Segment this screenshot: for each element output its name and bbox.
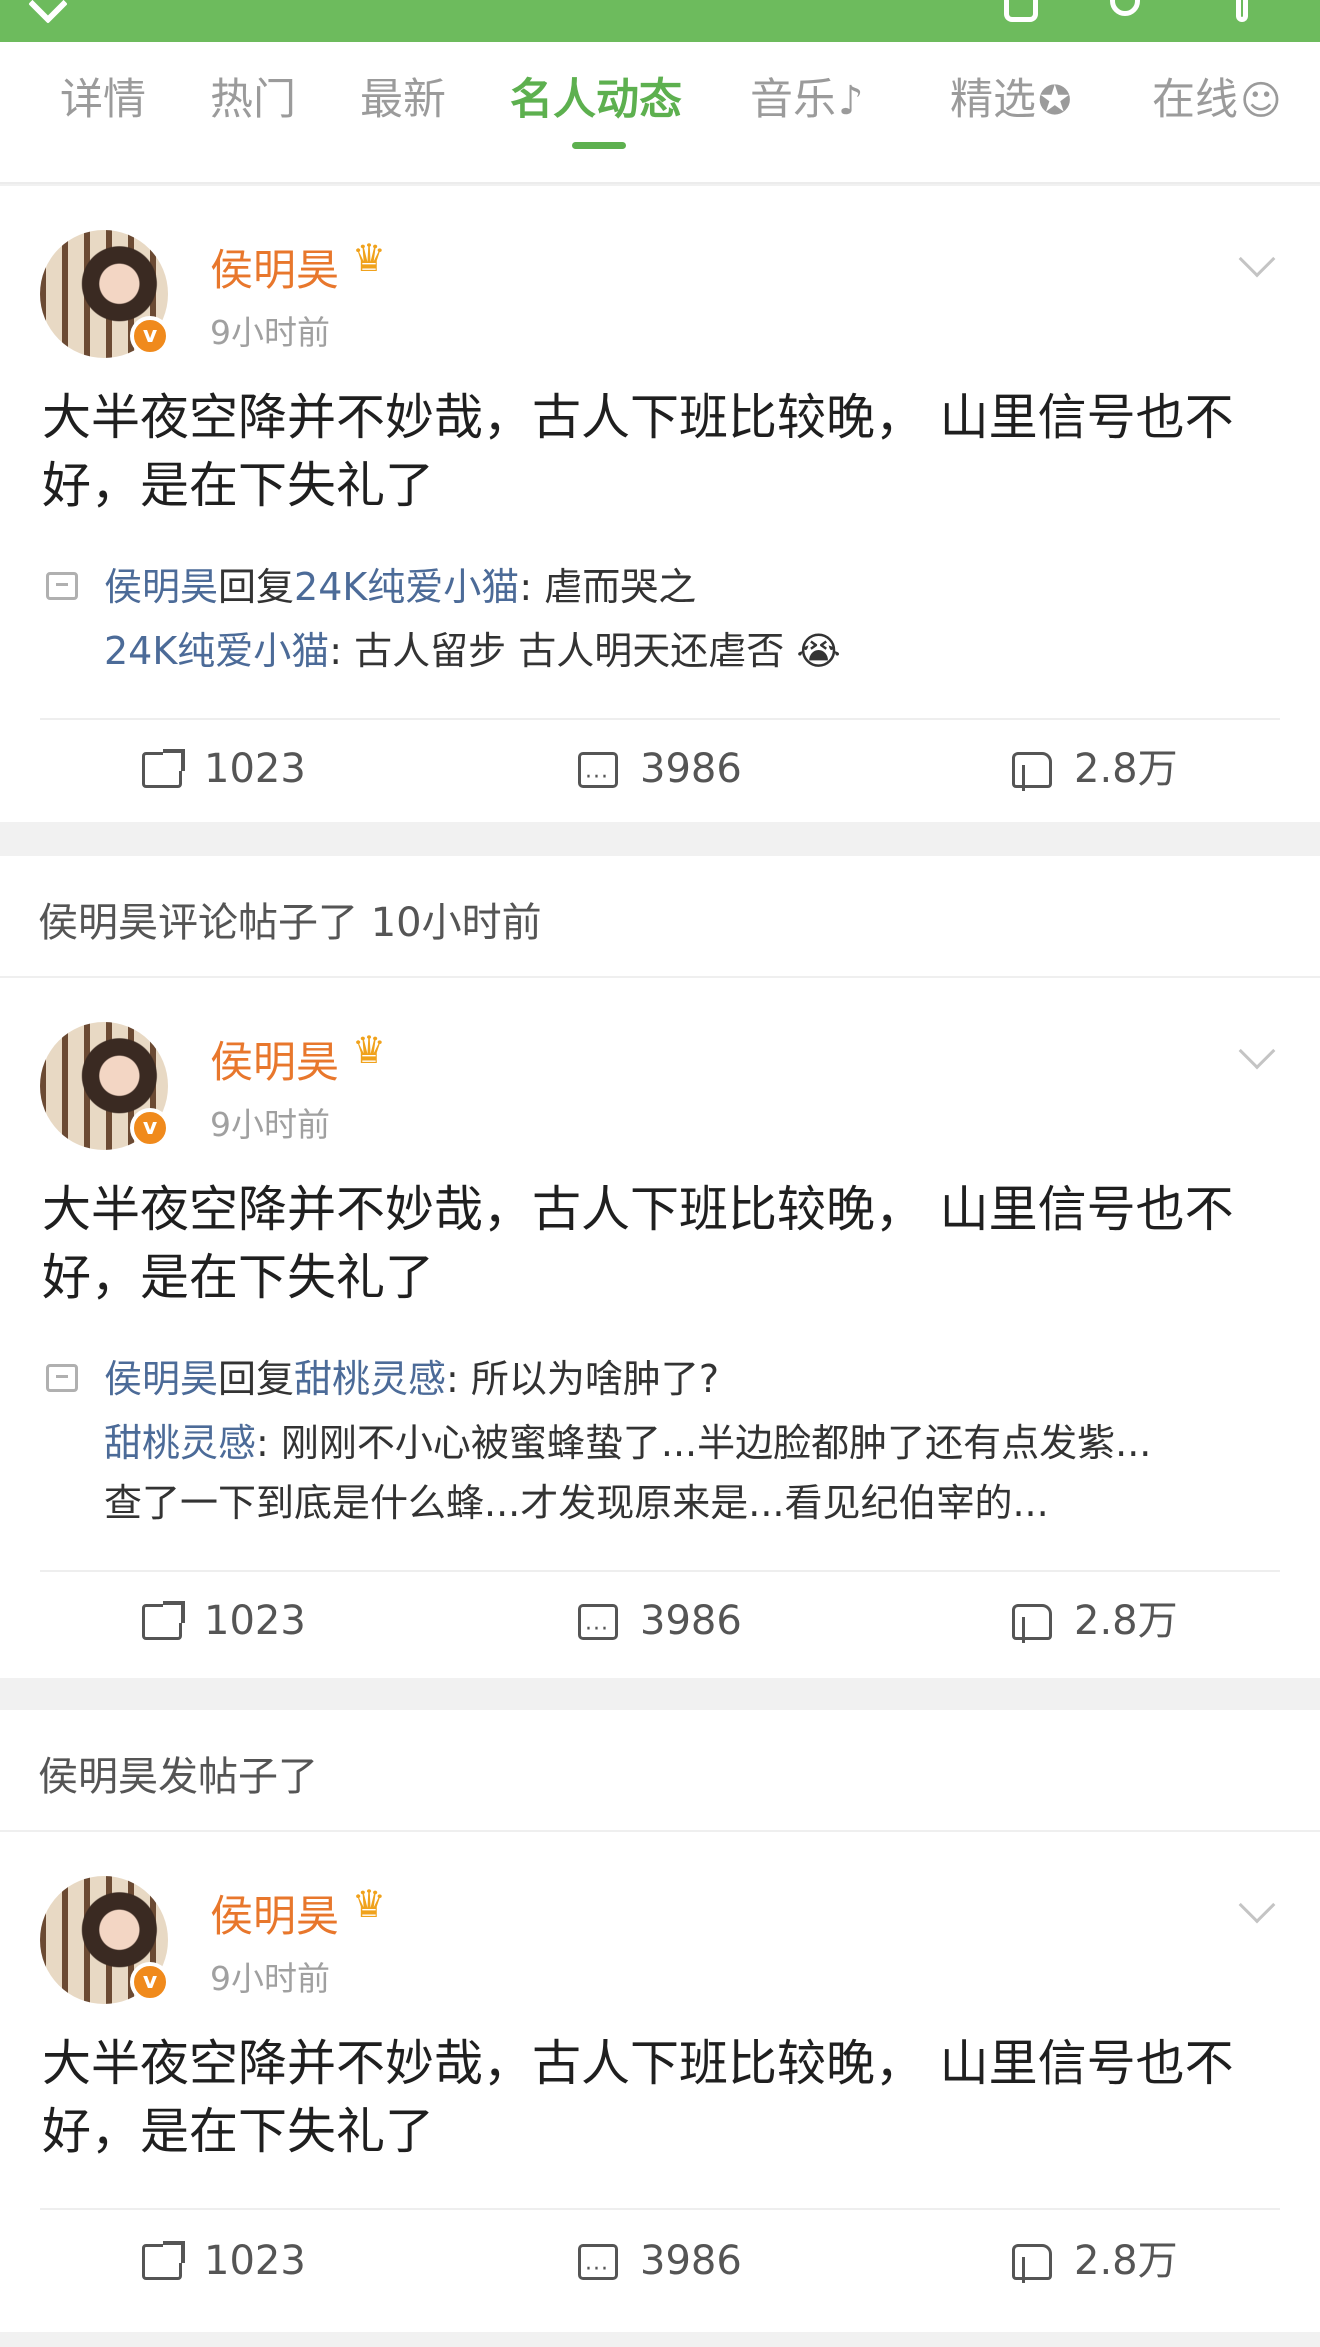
reply-text: : 虐而哭之 xyxy=(519,565,697,609)
search-icon[interactable] xyxy=(1110,0,1140,16)
verified-badge-icon: v xyxy=(130,316,170,356)
thumbs-up-icon xyxy=(1012,752,1052,791)
author-name[interactable]: 侯明昊 xyxy=(210,1028,339,1090)
reply-verb: 回复 xyxy=(218,565,295,609)
like-count: 2.8万 xyxy=(1074,2238,1178,2284)
divider xyxy=(40,1570,1280,1572)
crown-icon: ♛ xyxy=(352,236,387,280)
inbox-icon[interactable] xyxy=(1004,0,1038,22)
music-note-icon: ♪ xyxy=(838,78,864,124)
post-time: 9小时前 xyxy=(210,1959,330,1998)
chevron-down-icon[interactable] xyxy=(1238,1886,1276,1924)
smiley-icon: ☺ xyxy=(1240,78,1282,124)
activity-text: 侯明昊发帖子了 xyxy=(38,1754,318,1800)
reply-line[interactable]: 侯明昊回复24K纯爱小猫: 虐而哭之 xyxy=(104,556,1284,618)
chevron-down-icon[interactable] xyxy=(1238,240,1276,278)
post-text: 大半夜空降并不妙哉，古人下班比较晚， 山里信号也不好，是在下失礼了 xyxy=(42,1181,1234,1306)
crown-icon: ♛ xyxy=(352,1882,387,1926)
reply-line[interactable]: 侯明昊回复甜桃灵感: 所以为啥肿了? xyxy=(104,1348,1284,1410)
like-count: 2.8万 xyxy=(1074,1598,1178,1644)
post-text: 大半夜空降并不妙哉，古人下班比较晚， 山里信号也不好，是在下失礼了 xyxy=(42,2035,1234,2160)
tab-online[interactable]: 在线☺ xyxy=(1152,70,1282,131)
tab-label: 热门 xyxy=(210,75,296,125)
reply-text: : 刚刚不小心被蜜蜂蛰了...半边脸都肿了还有点发紫... xyxy=(256,1421,1152,1465)
comment-count: 3986 xyxy=(640,1598,742,1644)
reply-user[interactable]: 24K纯爱小猫 xyxy=(104,629,329,673)
post-time: 9小时前 xyxy=(210,313,330,352)
activity-header: 侯明昊评论帖子了 10小时前 xyxy=(0,856,1320,978)
tab-celebrity-updates[interactable]: 名人动态 xyxy=(510,70,682,130)
reply-user[interactable]: 侯明昊 xyxy=(104,565,218,609)
reply-line[interactable]: 甜桃灵感: 刚刚不小心被蜜蜂蛰了...半边脸都肿了还有点发紫... xyxy=(104,1412,1284,1474)
tab-label: 音乐 xyxy=(750,75,836,125)
author-name[interactable]: 侯明昊 xyxy=(210,1882,339,1944)
verified-badge-icon: v xyxy=(130,1108,170,1148)
share-icon xyxy=(142,2241,185,2280)
comment-icon xyxy=(578,752,618,803)
like-count: 2.8万 xyxy=(1074,746,1178,792)
divider xyxy=(40,2208,1280,2210)
post-card: v 侯明昊 ♛ 9小时前 大半夜空降并不妙哉，古人下班比较晚， 山里信号也不好，… xyxy=(0,1832,1320,2332)
share-icon xyxy=(142,1601,185,1640)
reply-bubble-icon xyxy=(46,1364,78,1392)
share-count: 1023 xyxy=(204,1598,306,1644)
thumbs-up-icon xyxy=(1012,1604,1052,1643)
reply-user[interactable]: 甜桃灵感 xyxy=(104,1421,256,1465)
active-tab-indicator xyxy=(572,142,626,149)
reply-text: : 所以为啥肿了? xyxy=(446,1357,720,1401)
post-card: v 侯明昊 ♛ 9小时前 大半夜空降并不妙哉，古人下班比较晚， 山里信号也不好，… xyxy=(0,978,1320,1678)
reply-user[interactable]: 侯明昊 xyxy=(104,1357,218,1401)
reply-line[interactable]: 24K纯爱小猫: 古人留步 古人明天还虐否 😭 xyxy=(104,620,1284,682)
reply-target[interactable]: 甜桃灵感 xyxy=(294,1357,446,1401)
author-name[interactable]: 侯明昊 xyxy=(210,236,339,298)
activity-header: 侯明昊发帖子了 xyxy=(0,1710,1320,1832)
more-icon[interactable] xyxy=(1236,0,1248,22)
app-header-bar xyxy=(0,0,1320,42)
post-time: 9小时前 xyxy=(210,1105,330,1144)
tab-label: 详情 xyxy=(60,75,146,125)
divider xyxy=(40,718,1280,720)
reply-bubble-icon xyxy=(46,572,78,600)
comment-icon xyxy=(578,1604,618,1655)
reply-text: 查了一下到底是什么蜂...才发现原来是...看见纪伯宰的... xyxy=(104,1481,1049,1525)
chevron-down-icon[interactable] xyxy=(1238,1032,1276,1070)
reply-text: : 古人留步 古人明天还虐否 😭 xyxy=(329,629,841,673)
tab-music[interactable]: 音乐♪ xyxy=(750,70,864,131)
share-count: 1023 xyxy=(204,2238,306,2284)
tab-hot[interactable]: 热门 xyxy=(210,70,296,130)
comment-count: 3986 xyxy=(640,746,742,792)
share-icon xyxy=(142,749,185,788)
back-icon[interactable] xyxy=(28,0,68,24)
tab-label: 精选 xyxy=(950,75,1036,125)
comment-icon xyxy=(578,2244,618,2295)
tab-latest[interactable]: 最新 xyxy=(360,70,446,130)
reply-verb: 回复 xyxy=(218,1357,295,1401)
tab-label: 名人动态 xyxy=(510,75,682,125)
activity-text: 侯明昊评论帖子了 10小时前 xyxy=(38,900,542,946)
tab-featured[interactable]: 精选✪ xyxy=(950,70,1072,131)
post-text: 大半夜空降并不妙哉，古人下班比较晚， 山里信号也不好，是在下失礼了 xyxy=(42,389,1234,514)
tab-label: 在线 xyxy=(1152,75,1238,125)
tab-label: 最新 xyxy=(360,75,446,125)
share-count: 1023 xyxy=(204,746,306,792)
reply-line[interactable]: 查了一下到底是什么蜂...才发现原来是...看见纪伯宰的... xyxy=(104,1472,1284,1534)
comment-count: 3986 xyxy=(640,2238,742,2284)
post-card: v 侯明昊 ♛ 9小时前 大半夜空降并不妙哉，古人下班比较晚， 山里信号也不好，… xyxy=(0,186,1320,822)
tab-details[interactable]: 详情 xyxy=(60,70,146,130)
tab-bar: 详情 热门 最新 名人动态 音乐♪ 精选✪ 在线☺ xyxy=(0,42,1320,184)
crown-icon: ♛ xyxy=(352,1028,387,1072)
star-badge-icon: ✪ xyxy=(1038,78,1072,124)
thumbs-up-icon xyxy=(1012,2244,1052,2283)
verified-badge-icon: v xyxy=(130,1962,170,2002)
reply-target[interactable]: 24K纯爱小猫 xyxy=(294,565,519,609)
